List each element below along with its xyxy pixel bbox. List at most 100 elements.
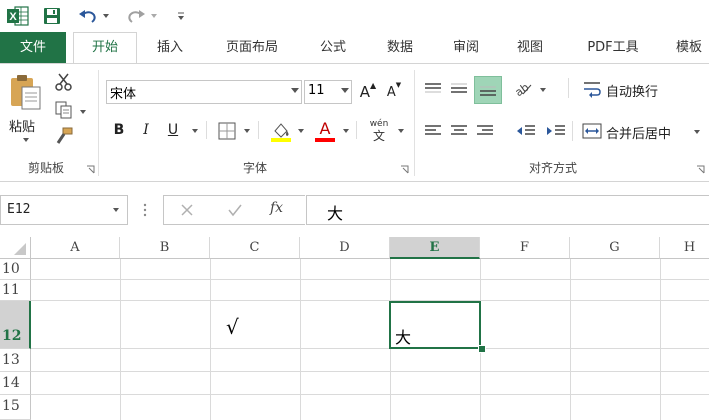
italic-button[interactable]: I <box>137 119 155 141</box>
gridline <box>120 259 121 420</box>
phonetic-char: 文 <box>372 129 385 143</box>
clipboard-launcher-icon[interactable] <box>86 165 95 174</box>
fill-handle[interactable] <box>478 345 486 353</box>
clipboard-group-label: 剪贴板 <box>27 161 64 175</box>
align-center-icon[interactable] <box>448 120 470 142</box>
row-header-selected[interactable]: 12 <box>0 301 31 349</box>
align-right-icon[interactable] <box>474 120 496 142</box>
bottom-align-icon[interactable] <box>474 76 502 104</box>
row-header[interactable]: 13 <box>0 349 31 372</box>
merge-center-icon[interactable] <box>580 120 604 142</box>
formula-bar-grip-icon[interactable] <box>143 203 147 217</box>
fill-color-icon[interactable] <box>268 118 294 144</box>
tab-insert[interactable]: 插入 <box>140 32 200 64</box>
gridline <box>300 259 301 420</box>
borders-icon[interactable] <box>216 120 238 142</box>
borders-dropdown-icon[interactable] <box>244 129 250 133</box>
font-color-letter: A <box>319 119 331 138</box>
redo-dropdown-icon[interactable] <box>149 4 159 28</box>
shrink-font-button[interactable]: A ▼ <box>384 81 404 103</box>
insert-function-icon[interactable]: fx <box>270 200 283 216</box>
column-header[interactable]: A <box>31 237 120 259</box>
tab-view[interactable]: 视图 <box>500 32 560 64</box>
font-color-button[interactable]: A <box>312 118 338 144</box>
bold-button[interactable]: B <box>110 119 128 141</box>
tab-review[interactable]: 审阅 <box>436 32 496 64</box>
copy-icon[interactable] <box>54 100 74 120</box>
divider <box>356 121 357 139</box>
font-size-dropdown-icon[interactable] <box>341 88 349 93</box>
tab-templates[interactable]: 模板 <box>664 32 709 64</box>
active-cell-e12[interactable]: 大 <box>389 301 481 349</box>
paste-icon[interactable] <box>6 72 46 112</box>
tab-file[interactable]: 文件 <box>0 32 66 64</box>
tab-home[interactable]: 开始 <box>73 32 137 64</box>
gridline <box>210 259 211 420</box>
save-icon[interactable] <box>40 4 64 28</box>
column-header[interactable]: H <box>660 237 709 259</box>
phonetic-guide-button[interactable]: wén 文 <box>364 117 394 145</box>
cancel-icon[interactable] <box>178 201 196 219</box>
formula-input[interactable]: 大 <box>306 195 709 225</box>
top-align-icon[interactable] <box>422 78 444 100</box>
alignment-launcher-icon[interactable] <box>696 165 705 174</box>
font-name-combo[interactable]: 宋体 <box>106 80 302 104</box>
tab-page-layout[interactable]: 页面布局 <box>210 32 294 64</box>
name-box[interactable]: E12 <box>0 195 128 225</box>
name-box-dropdown-icon[interactable] <box>113 208 119 212</box>
font-color-swatch <box>315 138 335 142</box>
underline-dropdown-icon[interactable] <box>192 129 198 133</box>
fill-color-dropdown-icon[interactable] <box>298 129 304 133</box>
underline-button[interactable]: U <box>164 119 182 141</box>
enter-icon[interactable] <box>226 201 244 219</box>
row-header[interactable]: 10 <box>0 259 31 280</box>
decrease-indent-icon[interactable] <box>514 120 538 142</box>
phonetic-dropdown-icon[interactable] <box>398 129 404 133</box>
grow-font-button[interactable]: A ▲ <box>358 81 378 103</box>
font-size-combo[interactable]: 11 <box>304 80 352 104</box>
increase-indent-icon[interactable] <box>544 120 568 142</box>
orientation-dropdown-icon[interactable] <box>540 88 546 92</box>
row-header[interactable]: 11 <box>0 280 31 301</box>
column-header[interactable]: F <box>480 237 570 259</box>
undo-icon[interactable] <box>76 4 100 28</box>
wrap-text-icon[interactable] <box>580 78 604 100</box>
phonetic-pinyin: wén <box>369 119 389 129</box>
merge-center-label[interactable]: 合并后居中 <box>606 123 671 142</box>
svg-text:ab: ab <box>513 81 531 98</box>
shrink-font-label: A <box>386 84 396 100</box>
gridline <box>31 300 709 301</box>
customize-qat-icon[interactable] <box>172 4 190 28</box>
orientation-icon[interactable]: ab <box>512 78 534 100</box>
font-color-dropdown-icon[interactable] <box>343 129 349 133</box>
select-all-corner[interactable] <box>0 237 31 259</box>
cut-icon[interactable] <box>54 72 74 92</box>
font-name-dropdown-icon[interactable] <box>291 88 299 93</box>
grow-font-icon: ▲ <box>370 80 377 90</box>
undo-dropdown-icon[interactable] <box>101 4 111 28</box>
align-left-icon[interactable] <box>422 120 444 142</box>
copy-dropdown-icon[interactable] <box>80 110 86 114</box>
tab-data[interactable]: 数据 <box>370 32 430 64</box>
row-header[interactable]: 15 <box>0 395 31 420</box>
column-header[interactable]: C <box>210 237 300 259</box>
gridline <box>31 348 709 349</box>
merge-center-dropdown-icon[interactable] <box>694 130 700 134</box>
middle-align-icon[interactable] <box>448 78 470 100</box>
format-painter-icon[interactable] <box>54 126 74 146</box>
redo-icon[interactable] <box>124 4 148 28</box>
cell-c12[interactable]: √ <box>226 315 239 339</box>
wrap-text-label[interactable]: 自动换行 <box>606 81 658 100</box>
column-header[interactable]: D <box>300 237 390 259</box>
row-header[interactable]: 14 <box>0 372 31 395</box>
tab-pdf-tools[interactable]: PDF工具 <box>572 32 654 64</box>
column-header[interactable]: G <box>570 237 660 259</box>
font-launcher-icon[interactable] <box>400 165 409 174</box>
paste-label[interactable]: 粘贴 <box>9 116 35 135</box>
column-header[interactable]: B <box>120 237 210 259</box>
tab-formulas[interactable]: 公式 <box>303 32 363 64</box>
paste-dropdown-icon[interactable] <box>23 138 29 142</box>
column-header-selected[interactable]: E <box>390 237 480 259</box>
worksheet-grid[interactable]: A B C D E F G H 10 11 12 13 14 15 √ 大 <box>0 237 709 420</box>
font-group-label: 字体 <box>242 161 267 175</box>
